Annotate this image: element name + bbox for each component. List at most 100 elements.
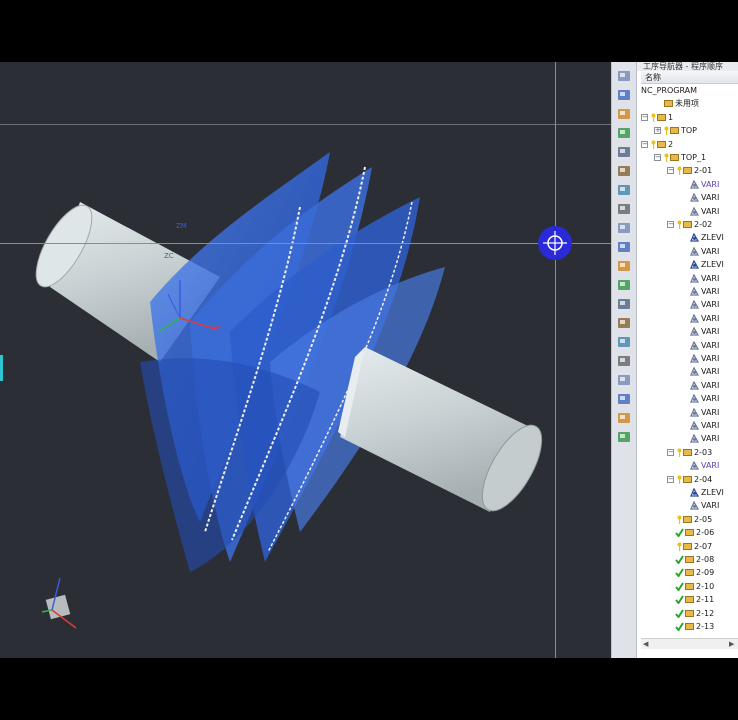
replay-toolpath-icon[interactable] — [616, 258, 632, 274]
collapse-icon[interactable]: − — [667, 448, 674, 456]
tool-icon[interactable] — [616, 429, 632, 445]
variable-contour-operation-icon — [690, 326, 700, 336]
tree-node-label: VARI — [701, 394, 720, 404]
generate-toolpath-icon[interactable] — [616, 239, 632, 255]
tree-node[interactable]: − 2-03 — [641, 446, 738, 459]
tree-node[interactable]: 未用项 — [641, 97, 738, 110]
variable-contour-operation-icon — [690, 206, 700, 216]
tree-node[interactable]: VARI — [641, 339, 738, 352]
horizontal-scrollbar[interactable]: ◀ ▶ — [641, 638, 738, 649]
tree-node[interactable]: ZLEVI — [641, 258, 738, 271]
tree-node[interactable]: VARI — [641, 365, 738, 378]
expand-icon[interactable]: + — [654, 127, 661, 135]
check-icon[interactable] — [616, 372, 632, 388]
create-geometry-icon[interactable] — [616, 182, 632, 198]
list-toolpath-icon[interactable] — [616, 353, 632, 369]
tree-node[interactable]: VARI — [641, 312, 738, 325]
folder-icon — [670, 154, 679, 161]
tree-node-label: VARI — [701, 246, 720, 256]
create-program-icon[interactable] — [616, 144, 632, 160]
rotate-center-icon[interactable] — [537, 225, 573, 261]
tree-node[interactable]: VARI — [641, 245, 738, 258]
collapse-icon[interactable]: − — [667, 167, 674, 175]
tree-node[interactable]: VARI — [641, 298, 738, 311]
create-tool-icon[interactable] — [616, 163, 632, 179]
collapse-icon[interactable]: − — [641, 140, 648, 148]
collapse-icon[interactable]: − — [641, 113, 648, 121]
tree-node-label: VARI — [701, 273, 720, 283]
tree-node[interactable]: VARI — [641, 392, 738, 405]
bottom-letterbox — [0, 658, 738, 720]
tree-node[interactable]: 2-06 — [641, 526, 738, 539]
collapse-icon[interactable]: − — [667, 221, 674, 228]
tree-node[interactable]: ZLEVI — [641, 486, 738, 499]
tree-node[interactable]: VARI — [641, 379, 738, 392]
tree-node[interactable]: VARI — [641, 325, 738, 338]
tree-node[interactable]: − 2-02 — [641, 218, 738, 231]
tree-node[interactable]: − TOP_1 — [641, 151, 738, 164]
tree-node[interactable]: 2-12 — [641, 607, 738, 620]
tree-node[interactable]: −2 — [641, 138, 738, 151]
geometry-view-icon[interactable] — [616, 106, 632, 122]
navigator-title: 工序导航器 - 程序顺序 — [637, 62, 738, 71]
folder-icon — [683, 221, 692, 228]
tree-node[interactable]: VARI — [641, 352, 738, 365]
folder-icon — [670, 127, 679, 135]
simulate-icon[interactable] — [616, 334, 632, 350]
tree-node-label: 2-10 — [696, 581, 715, 591]
tree-node-label: 2-03 — [694, 447, 713, 457]
operation-navigator[interactable]: 工序导航器 - 程序顺序 名称 NC_PROGRAM 未用项 −1 + TOP −2− TO… — [636, 62, 738, 658]
shop-doc-icon[interactable] — [616, 315, 632, 331]
tree-node[interactable]: VARI — [641, 272, 738, 285]
tree-node[interactable]: VARI — [641, 285, 738, 298]
machine-tool-view-icon[interactable] — [616, 68, 632, 84]
tree-node[interactable]: −1 — [641, 111, 738, 124]
checkmark-icon — [675, 568, 684, 579]
tree-node[interactable]: VARI — [641, 178, 738, 191]
key-icon — [677, 166, 682, 176]
tree-node[interactable]: VARI — [641, 419, 738, 432]
graphics-viewport[interactable]: ZM ZC XM — [0, 62, 611, 658]
verify-toolpath-icon[interactable] — [616, 277, 632, 293]
tree-node[interactable]: VARI — [641, 191, 738, 204]
method-view-icon[interactable] — [616, 125, 632, 141]
tree-node[interactable]: NC_PROGRAM — [641, 84, 738, 97]
tree-node[interactable]: − 2-04 — [641, 473, 738, 486]
zlevel-operation-icon — [690, 232, 700, 243]
tree-node[interactable]: ZLEVI — [641, 231, 738, 244]
create-operation-icon[interactable] — [616, 220, 632, 236]
tree-node[interactable]: 2-08 — [641, 553, 738, 566]
key-icon — [664, 153, 669, 162]
operation-tree[interactable]: NC_PROGRAM 未用项 −1 + TOP −2− TOP_1−2-01 VARI VARI… — [641, 84, 738, 644]
tree-node-label: VARI — [701, 340, 720, 350]
tree-node[interactable]: 2-11 — [641, 593, 738, 606]
variable-contour-operation-icon — [690, 460, 700, 470]
tree-node[interactable]: VARI — [641, 406, 738, 419]
create-method-icon[interactable] — [616, 201, 632, 217]
collapse-icon[interactable]: − — [667, 475, 674, 483]
program-order-view-icon[interactable] — [616, 87, 632, 103]
feeds-speeds-icon[interactable] — [616, 410, 632, 426]
output-cls-icon[interactable] — [616, 391, 632, 407]
collapse-icon[interactable]: − — [654, 154, 661, 161]
variable-contour-operation-icon — [690, 286, 700, 296]
scroll-right-icon[interactable]: ▶ — [729, 640, 734, 648]
tree-node[interactable]: VARI — [641, 499, 738, 512]
tree-node[interactable]: 2-05 — [641, 513, 738, 526]
tree-node-label: ZLEVI — [701, 488, 724, 497]
part-model[interactable]: ZM ZC XM — [0, 62, 611, 658]
postprocess-icon[interactable] — [616, 296, 632, 312]
tree-node[interactable]: VARI — [641, 459, 738, 472]
zlevel-operation-icon — [690, 259, 700, 269]
column-header-name[interactable]: 名称 — [641, 71, 738, 84]
tree-node[interactable]: 2-07 — [641, 540, 738, 553]
tree-node[interactable]: + TOP — [641, 124, 738, 137]
wcs-triad-icon — [41, 577, 77, 629]
tree-node[interactable]: 2-10 — [641, 580, 738, 593]
tree-node[interactable]: VARI — [641, 432, 738, 445]
tree-node[interactable]: 2-13 — [641, 620, 738, 633]
scroll-left-icon[interactable]: ◀ — [643, 640, 648, 648]
tree-node[interactable]: − 2-01 — [641, 164, 738, 177]
tree-node[interactable]: 2-09 — [641, 566, 738, 579]
tree-node[interactable]: VARI — [641, 205, 738, 218]
